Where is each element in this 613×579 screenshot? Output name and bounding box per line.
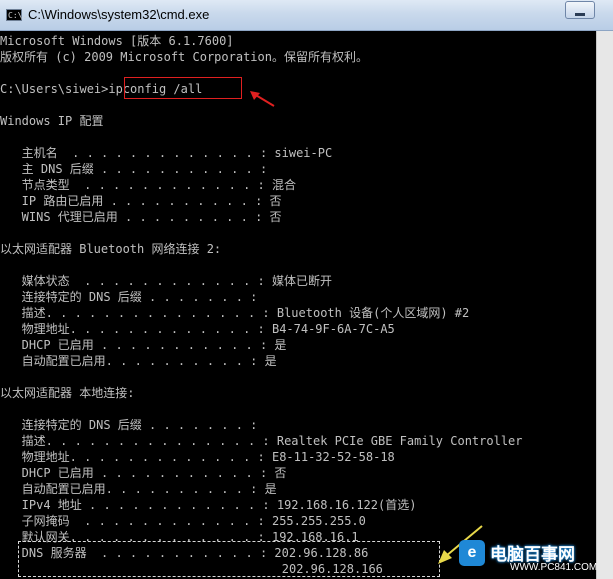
minimize-button[interactable] [565,1,595,19]
dns-highlight-box [18,541,440,577]
scrollbar[interactable] [596,31,613,579]
console-line: Windows IP 配置 [0,114,104,128]
console-line: 子网掩码 . . . . . . . . . . . . : 255.255.2… [0,514,366,528]
console-line: 连接特定的 DNS 后缀 . . . . . . . : [0,290,258,304]
console-output[interactable]: Microsoft Windows [版本 6.1.7600] 版权所有 (c)… [0,31,613,579]
console-line: 物理地址. . . . . . . . . . . . . : B4-74-9F… [0,322,395,336]
console-line: 自动配置已启用. . . . . . . . . . : 是 [0,482,277,496]
window-titlebar[interactable]: C:\. C:\Windows\system32\cmd.exe [0,0,613,31]
console-line: 节点类型 . . . . . . . . . . . . : 混合 [0,178,296,192]
console-line: 版权所有 (c) 2009 Microsoft Corporation。保留所有… [0,50,368,64]
console-line: IP 路由已启用 . . . . . . . . . . : 否 [0,194,282,208]
console-line: 物理地址. . . . . . . . . . . . . : E8-11-32… [0,450,395,464]
window-title: C:\Windows\system32\cmd.exe [28,7,210,22]
console-line: 以太网适配器 本地连接: [0,386,135,400]
cmd-app-icon: C:\. [6,9,28,21]
console-line: IPv4 地址 . . . . . . . . . . . . : 192.16… [0,498,417,512]
red-arrow-icon [250,91,275,107]
console-line: 主 DNS 后缀 . . . . . . . . . . . : [0,162,268,176]
console-line: Microsoft Windows [版本 6.1.7600] [0,34,234,48]
console-line: 描述. . . . . . . . . . . . . . . : Realte… [0,434,523,448]
watermark-logo-icon: e [459,540,485,566]
console-line: 主机名 . . . . . . . . . . . . . : siwei-PC [0,146,333,160]
watermark-url: WWW.PC841.COM [510,562,598,573]
console-line: 以太网适配器 Bluetooth 网络连接 2: [0,242,222,256]
command-highlight-box [124,77,242,99]
console-line: 连接特定的 DNS 后缀 . . . . . . . : [0,418,258,432]
console-line: 媒体状态 . . . . . . . . . . . . : 媒体已断开 [0,274,332,288]
console-line: 描述. . . . . . . . . . . . . . . : Blueto… [0,306,470,320]
console-line: DHCP 已启用 . . . . . . . . . . . : 是 [0,338,287,352]
console-line: DHCP 已启用 . . . . . . . . . . . : 否 [0,466,287,480]
console-line: WINS 代理已启用 . . . . . . . . . : 否 [0,210,282,224]
console-line: 自动配置已启用. . . . . . . . . . : 是 [0,354,277,368]
